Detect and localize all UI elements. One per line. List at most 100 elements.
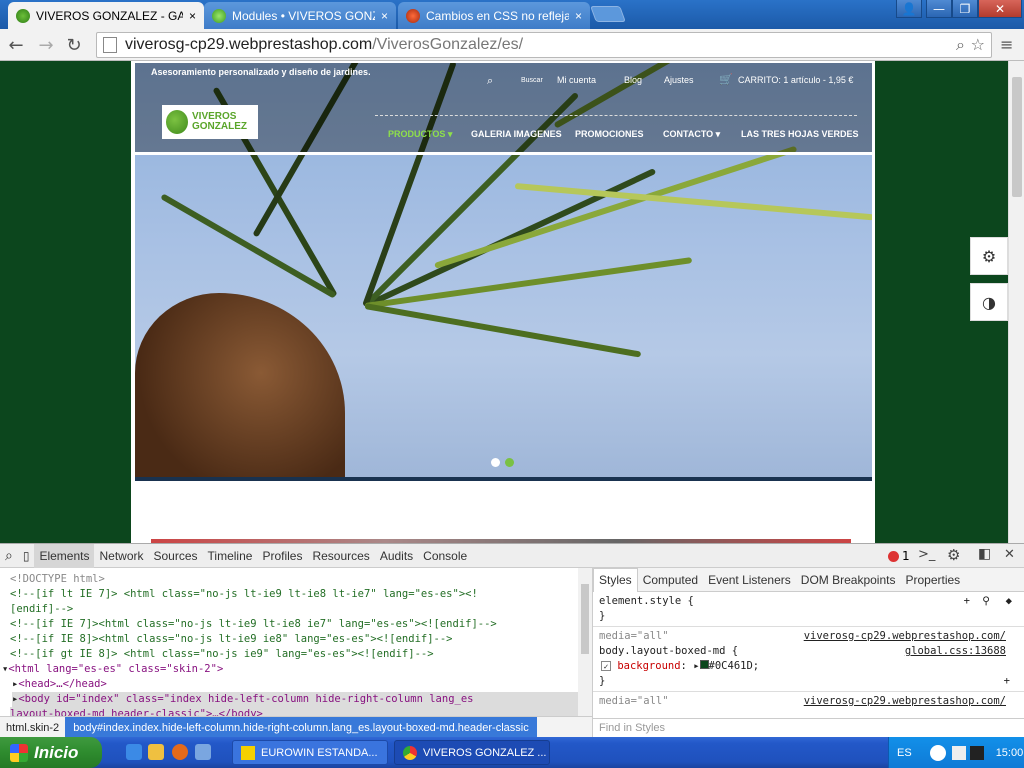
rule-file-link[interactable]: global.css:13688 [905, 644, 1006, 659]
cart-icon[interactable]: 🛒 [719, 73, 733, 86]
tab-modules[interactable]: Modules • VIVEROS GONZAL × [204, 2, 396, 29]
search-icon[interactable]: ⌕ [956, 35, 965, 55]
tab-timeline[interactable]: Timeline [203, 544, 258, 568]
menu-promociones[interactable]: PROMOCIONES [575, 129, 644, 139]
dom-line-head[interactable]: ▸<head>…</head> [12, 677, 582, 692]
search-icon[interactable]: ⌕ [487, 75, 493, 88]
tab-sources[interactable]: Sources [149, 544, 203, 568]
dom-tree[interactable]: <!DOCTYPE html> <!--[if lt IE 7]> <html … [0, 568, 592, 716]
app-icon[interactable] [195, 744, 211, 760]
new-tab-button[interactable] [590, 6, 626, 22]
close-icon[interactable]: × [381, 9, 388, 23]
maximize-button[interactable]: ❐ [952, 0, 978, 18]
device-icon[interactable]: ▯ [18, 544, 35, 568]
menu-galeria[interactable]: GALERIA IMAGENES [471, 129, 562, 139]
css-rule-2[interactable]: media="all" viverosg-cp29.webprestashop.c… [593, 692, 1024, 711]
dom-line[interactable]: <!--[if lt IE 7]> <html class="no-js lt-… [10, 587, 582, 602]
tab-elements[interactable]: Elements [34, 543, 95, 568]
close-window-button[interactable]: ✕ [978, 0, 1022, 18]
tray-app-icon[interactable] [969, 745, 984, 760]
add-rule-icon[interactable]: + [964, 594, 970, 609]
close-icon[interactable]: × [575, 9, 582, 23]
start-button[interactable]: Inicio [0, 737, 102, 768]
mail-icon[interactable] [148, 744, 164, 760]
css-rule-body[interactable]: media="all" viverosg-cp29.webprestashop.c… [593, 627, 1024, 692]
task-eurowin[interactable]: EUROWIN ESTANDA... [232, 740, 388, 765]
firefox-icon[interactable] [172, 744, 188, 760]
find-in-styles-input[interactable]: Find in Styles [593, 718, 1024, 738]
tab-styles[interactable]: Styles [593, 567, 638, 592]
menu-tres-hojas[interactable]: LAS TRES HOJAS VERDES [741, 129, 859, 139]
color-swatch[interactable] [699, 660, 709, 669]
menu-productos[interactable]: PRODUCTOS ▾ [388, 129, 452, 140]
slider-dot-2[interactable] [505, 458, 514, 467]
dom-line[interactable]: layout-boxed-md header-classic">…</body> [10, 707, 582, 716]
close-icon[interactable]: ✕ [1004, 547, 1015, 562]
minimize-button[interactable]: — [926, 0, 952, 18]
tab-dom-breakpoints[interactable]: DOM Breakpoints [796, 568, 901, 592]
breadcrumb-body[interactable]: body#index.index.hide-left-column.hide-r… [65, 716, 537, 739]
property-name[interactable]: background [617, 660, 680, 672]
tab-audits[interactable]: Audits [375, 544, 418, 568]
close-icon[interactable]: × [189, 9, 196, 23]
url-path: /ViverosGonzalez/es/ [372, 36, 524, 53]
search-icon[interactable]: ⌕ [0, 544, 18, 568]
task-chrome[interactable]: VIVEROS GONZALEZ ... [394, 740, 550, 765]
slider-dot-1[interactable] [491, 458, 500, 467]
address-bar[interactable]: viverosg-cp29.webprestashop.com/ViverosG… [96, 32, 992, 58]
back-button[interactable]: ← [4, 33, 28, 57]
blog-link[interactable]: Blog [624, 75, 642, 85]
page-scrollbar[interactable] [1008, 61, 1024, 543]
tab-computed[interactable]: Computed [638, 568, 703, 592]
scrollbar-thumb[interactable] [581, 584, 589, 654]
property-value[interactable]: #0C461D; [709, 660, 760, 672]
cart-link[interactable]: CARRITO: 1 artículo - 1,95 € [738, 75, 853, 85]
dom-line[interactable]: <!--[if gt IE 8]> <html class="no-js ie9… [10, 647, 582, 662]
gear-icon[interactable]: ⚙ [947, 546, 960, 564]
user-icon[interactable]: 👤 [896, 0, 922, 18]
element-style-rule[interactable]: element.style { } + ⚲ ◆ [593, 592, 1024, 627]
site-logo[interactable]: VIVEROS GONZALEZ [162, 105, 258, 139]
reload-button[interactable]: ↻ [62, 33, 86, 57]
tab-network[interactable]: Network [94, 544, 148, 568]
dom-line[interactable]: [endif]--> [10, 602, 582, 617]
color-format-icon[interactable]: ◆ [1006, 594, 1012, 609]
settings-link[interactable]: Ajustes [664, 75, 694, 85]
tab-viveros[interactable]: VIVEROS GONZALEZ - GARD × [8, 2, 204, 29]
breadcrumb-html[interactable]: html.skin-2 [0, 722, 65, 734]
dock-icon[interactable]: ◧ [978, 546, 991, 562]
console-drawer-icon[interactable]: >_ [918, 547, 935, 562]
dom-line[interactable]: <!DOCTYPE html> [10, 572, 582, 587]
add-property-icon[interactable]: + [1004, 674, 1010, 689]
rule-source-link[interactable]: viverosg-cp29.webprestashop.com/ [804, 694, 1006, 709]
menu-icon[interactable]: ≡ [1000, 35, 1013, 54]
scrollbar-thumb[interactable] [1012, 77, 1022, 197]
error-indicator[interactable]: 1 [888, 549, 910, 563]
chevron-left-icon[interactable] [929, 744, 946, 761]
tools-button[interactable]: ⚙ [970, 237, 1008, 275]
dom-line[interactable]: <!--[if IE 7]><html class="no-js lt-ie9 … [10, 617, 582, 632]
tab-profiles[interactable]: Profiles [257, 544, 307, 568]
tab-console[interactable]: Console [418, 544, 472, 568]
menu-contacto[interactable]: CONTACTO ▾ [663, 129, 720, 140]
account-link[interactable]: Mi cuenta [557, 75, 596, 85]
language-indicator[interactable]: ES [897, 747, 912, 759]
dom-line-body[interactable]: ▸<body id="index" class="index hide-left… [12, 692, 582, 707]
ie-icon[interactable] [126, 744, 142, 760]
tab-resources[interactable]: Resources [307, 544, 374, 568]
clock[interactable]: 15:00 [996, 747, 1024, 759]
dom-line-html[interactable]: ▾<html lang="es-es" class="skin-2"> [2, 662, 582, 677]
rule-source-link[interactable]: viverosg-cp29.webprestashop.com/ [804, 629, 1006, 644]
search-link[interactable]: Buscar [521, 77, 543, 84]
tab-css[interactable]: Cambios en CSS no reflejado × [398, 2, 590, 29]
property-checkbox[interactable]: ✓ [601, 661, 611, 671]
tab-event-listeners[interactable]: Event Listeners [703, 568, 796, 592]
contrast-button[interactable]: ◑ [970, 283, 1008, 321]
pin-icon[interactable]: ⚲ [982, 594, 990, 609]
dom-line[interactable]: <!--[if IE 8]><html class="no-js lt-ie9 … [10, 632, 582, 647]
dom-scrollbar[interactable] [578, 568, 592, 716]
network-icon[interactable] [951, 745, 966, 760]
forward-button[interactable]: → [34, 33, 58, 57]
tab-properties[interactable]: Properties [900, 568, 965, 592]
star-icon[interactable]: ☆ [971, 35, 985, 54]
